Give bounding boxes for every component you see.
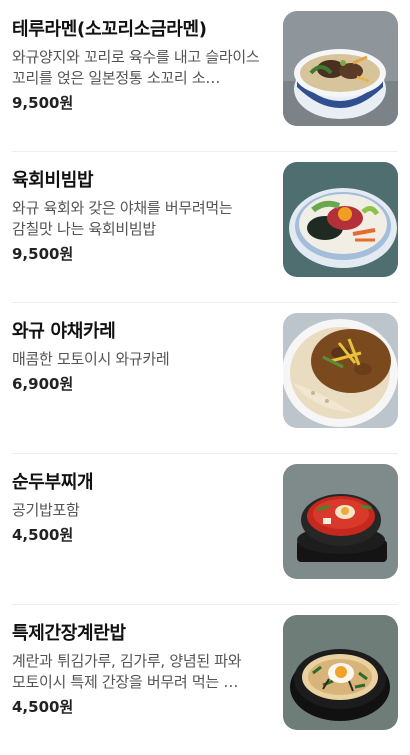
menu-list: 테루라멘(소꼬리소금라멘) 와규양지와 꼬리로 육수를 내고 슬라이스 꼬리를 … <box>0 0 410 755</box>
menu-item-egg-rice[interactable]: 특제간장계란밥 계란과 튀김가루, 김가루, 양념된 파와 모토이시 특제 간장… <box>12 604 398 755</box>
menu-item-price: 9,500원 <box>12 94 74 112</box>
menu-item-text: 테루라멘(소꼬리소금라멘) 와규양지와 꼬리로 육수를 내고 슬라이스 꼬리를 … <box>12 11 264 151</box>
menu-item-name: 와규 야채카레 <box>12 321 116 342</box>
menu-item-name: 육회비빔밥 <box>12 170 94 191</box>
menu-item-description: 와규양지와 꼬리로 육수를 내고 슬라이스 꼬리를 얹은 일본정통 소꼬리 소… <box>12 48 260 87</box>
menu-item-description: 와규 육회와 갖은 야채를 버무려먹는 감칠맛 나는 육회비빔밥 <box>12 199 233 238</box>
menu-item-text: 와규 야채카레 매콤한 모토이시 와규카레 6,900원 <box>12 313 264 453</box>
curry-photo-image <box>283 313 398 428</box>
ramen-photo[interactable] <box>283 11 398 126</box>
menu-item-name: 테루라멘(소꼬리소금라멘) <box>12 19 207 40</box>
egg-rice-photo-image <box>283 615 398 730</box>
menu-item-description: 공기밥포함 <box>12 501 80 519</box>
menu-item-text: 순두부찌개 공기밥포함 4,500원 <box>12 464 264 604</box>
sundubu-photo[interactable] <box>283 464 398 579</box>
menu-item-yukhoe-bibimbap[interactable]: 육회비빔밥 와규 육회와 갖은 야채를 버무려먹는 감칠맛 나는 육회비빔밥 9… <box>12 151 398 302</box>
menu-item-price: 4,500원 <box>12 526 74 544</box>
bibimbap-photo[interactable] <box>283 162 398 277</box>
menu-item-price: 4,500원 <box>12 698 74 716</box>
menu-item-price: 9,500원 <box>12 245 74 263</box>
menu-item-description: 계란과 튀김가루, 김가루, 양념된 파와 모토이시 특제 간장을 버무려 먹는… <box>12 652 242 691</box>
menu-item-price: 6,900원 <box>12 375 74 393</box>
menu-item-name: 순두부찌개 <box>12 472 94 493</box>
menu-item-text: 육회비빔밥 와규 육회와 갖은 야채를 버무려먹는 감칠맛 나는 육회비빔밥 9… <box>12 162 264 302</box>
menu-item-description: 매콤한 모토이시 와규카레 <box>12 350 170 368</box>
menu-item-sundubu[interactable]: 순두부찌개 공기밥포함 4,500원 <box>12 453 398 604</box>
menu-item-wagyu-curry[interactable]: 와규 야채카레 매콤한 모토이시 와규카레 6,900원 <box>12 302 398 453</box>
bibimbap-photo-image <box>283 162 398 277</box>
menu-item-name: 특제간장계란밥 <box>12 623 126 644</box>
menu-item-text: 특제간장계란밥 계란과 튀김가루, 김가루, 양념된 파와 모토이시 특제 간장… <box>12 615 264 755</box>
curry-photo[interactable] <box>283 313 398 428</box>
egg-rice-photo[interactable] <box>283 615 398 730</box>
sundubu-photo-image <box>283 464 398 579</box>
ramen-photo-image <box>283 11 398 126</box>
menu-item-ramen[interactable]: 테루라멘(소꼬리소금라멘) 와규양지와 꼬리로 육수를 내고 슬라이스 꼬리를 … <box>12 0 398 151</box>
